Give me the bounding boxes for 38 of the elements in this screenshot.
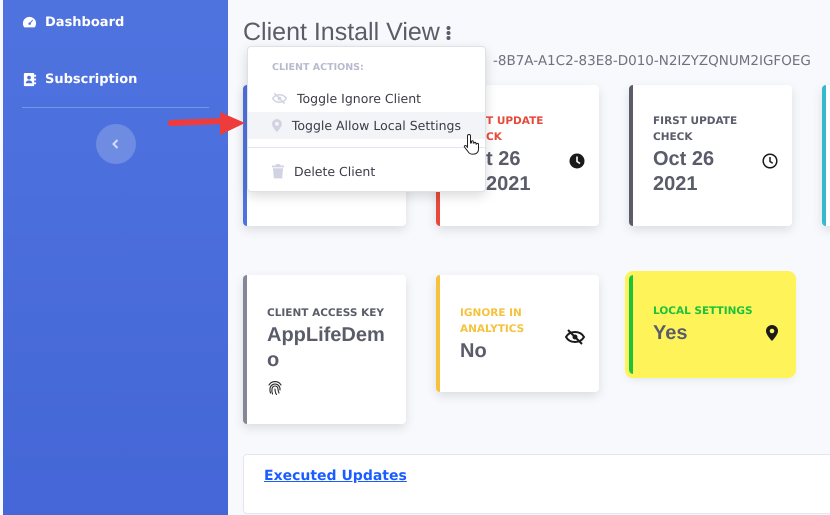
menu-item[interactable]: Toggle Allow Local Settings (248, 112, 485, 139)
panel-title[interactable]: Executed Updates (264, 468, 407, 484)
trash-icon (272, 164, 284, 179)
client-id-text: -8B7A-A1C2-83E8-D010-N2IZYZQNUM2IGFOEG (493, 53, 811, 69)
card-value: o (267, 348, 280, 373)
card-value: t 26 (486, 147, 522, 172)
card-label: LOCAL SETTINGS (653, 304, 753, 319)
chevron-left-icon (112, 139, 119, 149)
map-pin-icon (766, 325, 778, 341)
card-label: T UPDATE (486, 114, 544, 129)
card-value: Yes (653, 321, 688, 346)
page-title: Client Install View (243, 18, 440, 47)
card-label: CLIENT ACCESS KEY (267, 306, 385, 321)
card-label: CK (486, 130, 503, 145)
card-value: AppLifeDem (267, 323, 385, 348)
menu-item[interactable]: Delete Client (248, 158, 485, 185)
contact-card-icon (22, 72, 37, 86)
card-value: No (460, 339, 488, 364)
clock-icon (762, 153, 778, 169)
fingerprint-icon (267, 379, 283, 395)
eye-slash-icon (565, 327, 585, 347)
card-label: CHECK (653, 130, 694, 145)
sidebar-link[interactable]: Dashboard (22, 0, 209, 51)
gauge-icon (22, 15, 37, 30)
clock-icon (569, 153, 585, 169)
eye-slash-icon (272, 91, 287, 106)
card-value: 2021 (486, 172, 532, 197)
card-label: FIRST UPDATE (653, 114, 738, 129)
more-actions-button[interactable] (446, 24, 451, 40)
card-label: ANALYTICS (460, 322, 524, 337)
card-label: IGNORE IN (460, 306, 523, 321)
menu-header: CLIENT ACTIONS: (271, 62, 365, 73)
card-value: 2021 (653, 172, 698, 197)
card-value: Oct 26 (653, 147, 716, 172)
sidebar-link[interactable]: Subscription (22, 51, 209, 107)
menu-item[interactable]: Toggle Ignore Client (248, 85, 485, 112)
hand-cursor-icon (463, 133, 481, 155)
map-pin-icon (272, 118, 282, 133)
